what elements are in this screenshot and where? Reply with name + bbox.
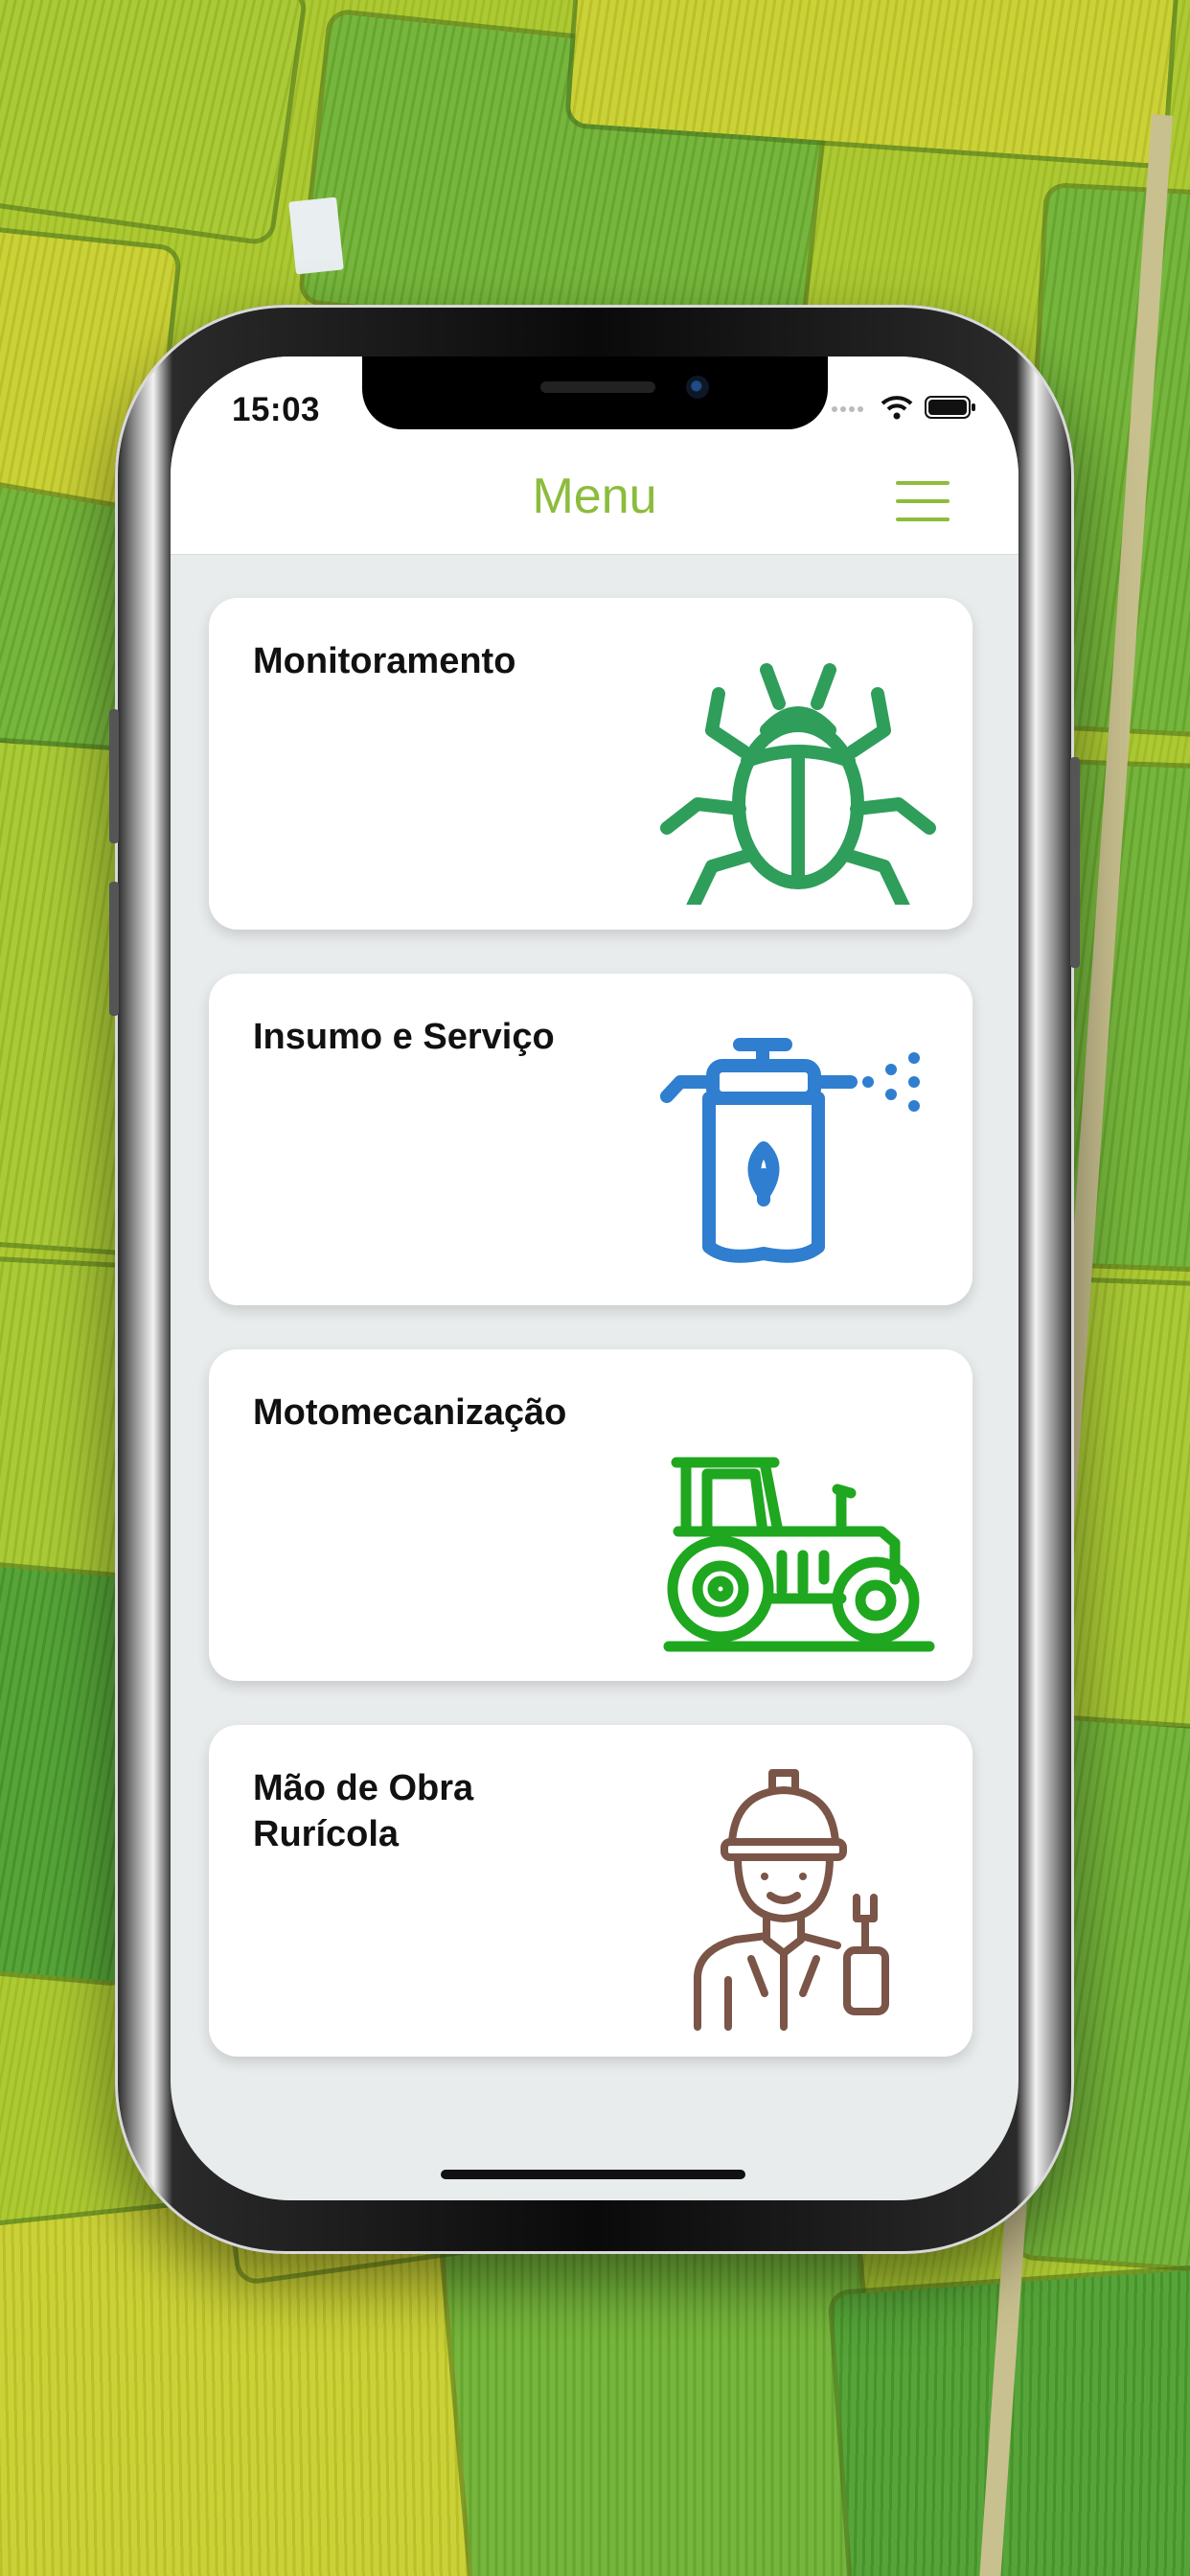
status-time: 15:03 <box>232 391 321 428</box>
app-screen: 15:03 Menu Monitoramento Insumo e Serviç… <box>171 356 1018 2200</box>
page-title: Menu <box>532 469 657 524</box>
tractor-icon <box>663 1457 935 1652</box>
sprayer-icon <box>660 1038 920 1263</box>
top-bar: 15:03 Menu <box>171 356 1018 555</box>
card-title: Motomecanização <box>253 1392 567 1433</box>
card-title: Insumo e Serviço <box>253 1017 555 1057</box>
battery-icon <box>925 396 975 419</box>
signal-icon <box>832 406 863 412</box>
phone-side-button <box>109 882 119 1016</box>
notch <box>362 356 828 429</box>
menu-card-motomecanizacao[interactable]: Motomecanização <box>209 1349 973 1681</box>
hamburger-menu-button[interactable] <box>896 481 950 521</box>
card-title: Monitoramento <box>253 641 516 681</box>
wifi-icon <box>881 396 913 420</box>
menu-card-insumo-servico[interactable]: Insumo e Serviço <box>209 974 973 1305</box>
worker-icon <box>694 1769 889 2031</box>
card-title: Mão de Obra Rurícola <box>253 1768 474 1854</box>
phone-side-button <box>1070 757 1080 968</box>
home-indicator <box>441 2170 745 2179</box>
phone-side-button <box>109 709 119 843</box>
menu-card-mao-de-obra[interactable]: Mão de Obra Rurícola <box>209 1725 973 2057</box>
status-icons <box>831 395 976 420</box>
beetle-icon <box>660 663 936 905</box>
menu-card-monitoramento[interactable]: Monitoramento <box>209 598 973 930</box>
